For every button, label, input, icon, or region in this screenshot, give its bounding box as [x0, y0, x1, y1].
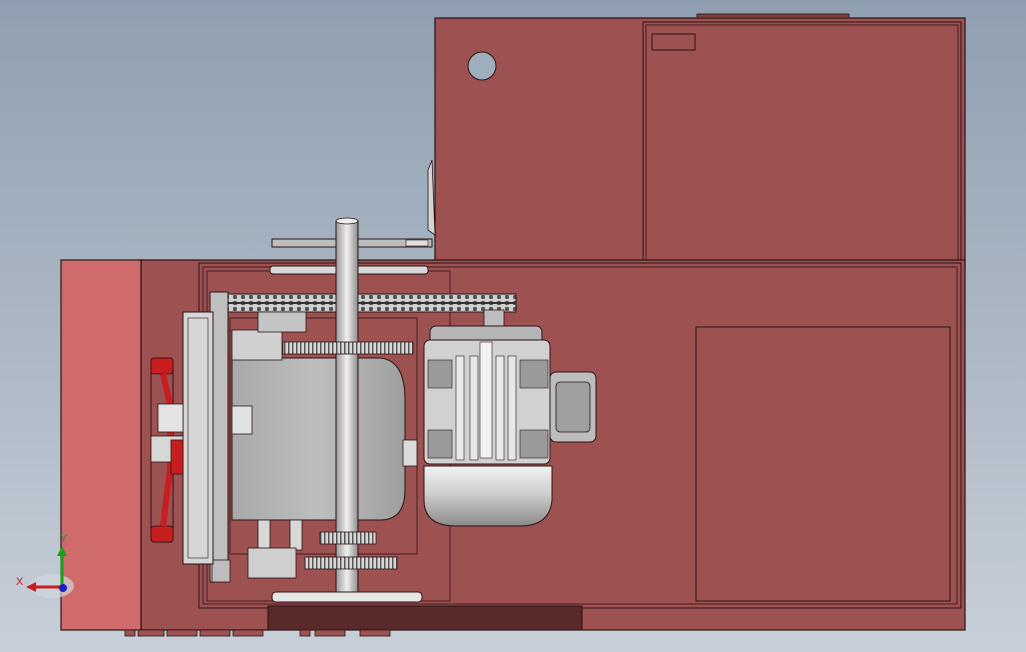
y-axis-label: Y	[60, 533, 68, 545]
drive-chain	[227, 293, 517, 313]
z-axis-dot	[59, 584, 67, 592]
graphics-viewport[interactable]: X Y	[0, 0, 1026, 652]
side-panel	[60, 259, 142, 631]
x-axis-label: X	[16, 576, 24, 588]
cad-model-view[interactable]: X Y	[0, 0, 1026, 652]
upper-housing	[427, 13, 966, 267]
lower-gear	[304, 556, 398, 570]
bottom-pulley	[271, 591, 423, 603]
front-plate	[182, 311, 214, 565]
upper-gear	[282, 341, 414, 355]
middle-gear	[319, 531, 377, 545]
housing-hole	[467, 51, 497, 81]
